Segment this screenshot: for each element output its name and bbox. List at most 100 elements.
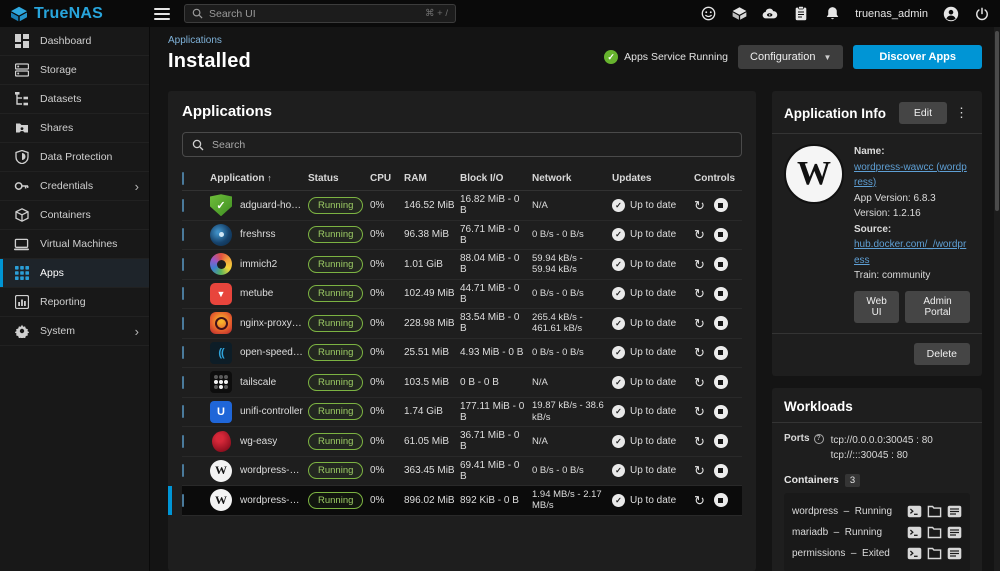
global-search-input[interactable]: Search UI ⌘ + / (184, 4, 456, 23)
select-all-checkbox[interactable] (182, 172, 184, 185)
cpu-value: 0% (370, 258, 385, 270)
restart-app-icon[interactable]: ↻ (694, 376, 705, 389)
kebab-menu-icon[interactable]: ⋮ (953, 105, 970, 121)
truenas-logo[interactable]: TrueNAS (10, 5, 148, 23)
shell-icon[interactable] (907, 505, 922, 518)
table-row-metube[interactable]: ▼ metube Running 0% 102.49 MiB 44.71 MiB - 0 … (182, 280, 742, 309)
column-header-network[interactable]: Network (532, 173, 612, 184)
restart-app-icon[interactable]: ↻ (694, 494, 705, 507)
app-name-link[interactable]: wordpress-wawcc (wordpress) (854, 160, 970, 191)
logs-icon[interactable] (947, 526, 962, 539)
column-header-block-i-o[interactable]: Block I/O (460, 173, 532, 184)
restart-app-icon[interactable]: ↻ (694, 258, 705, 271)
sidebar-item-apps[interactable]: Apps (0, 259, 149, 288)
stop-app-icon[interactable] (713, 316, 728, 331)
row-checkbox[interactable] (182, 493, 184, 507)
table-search-input[interactable]: Search (182, 132, 742, 157)
sidebar-item-storage[interactable]: Storage (0, 56, 149, 85)
shell-icon[interactable] (907, 526, 922, 539)
scrollbar[interactable] (994, 27, 1000, 571)
restart-app-icon[interactable]: ↻ (694, 199, 705, 212)
table-row-immich2[interactable]: immich2 Running 0% 1.01 GiB 88.04 MiB - 0 B 5… (182, 250, 742, 280)
stop-app-icon[interactable] (713, 198, 728, 213)
stop-app-icon[interactable] (713, 463, 728, 478)
sidebar-item-reporting[interactable]: Reporting (0, 288, 149, 317)
row-checkbox[interactable] (182, 287, 184, 301)
folder-icon[interactable] (927, 547, 942, 560)
stop-app-icon[interactable] (713, 257, 728, 272)
shell-icon[interactable] (907, 547, 922, 560)
restart-app-icon[interactable]: ↻ (694, 435, 705, 448)
row-checkbox[interactable] (182, 257, 184, 271)
sidebar-item-dashboard[interactable]: Dashboard (0, 27, 149, 56)
table-row-nginx-proxy-manager[interactable]: nginx-proxy-manager Running 0% 228.98 MiB 83… (182, 309, 742, 339)
sidebar-item-datasets[interactable]: Datasets (0, 85, 149, 114)
row-checkbox[interactable] (182, 434, 184, 448)
row-checkbox[interactable] (182, 464, 184, 478)
folder-icon[interactable] (927, 505, 942, 518)
row-checkbox[interactable] (182, 228, 184, 242)
discover-apps-button[interactable]: Discover Apps (853, 45, 982, 69)
folder-icon[interactable] (927, 526, 942, 539)
column-header-status[interactable]: Status (308, 173, 370, 184)
column-header-cpu[interactable]: CPU (370, 173, 404, 184)
row-checkbox[interactable] (182, 375, 184, 389)
account-icon[interactable] (943, 6, 959, 22)
column-header-application[interactable]: Application ↑ (210, 173, 308, 184)
stop-app-icon[interactable] (713, 227, 728, 242)
ram-value: 1.01 GiB (404, 258, 443, 270)
power-icon[interactable] (974, 6, 990, 22)
row-checkbox[interactable] (182, 346, 184, 360)
row-checkbox[interactable] (182, 316, 184, 330)
restart-app-icon[interactable]: ↻ (694, 317, 705, 330)
jobs-clipboard-icon[interactable] (793, 6, 809, 22)
delete-button[interactable]: Delete (913, 342, 970, 365)
table-row-wordpress-wawcc[interactable]: Wwordpress-wawcc Running 0% 896.02 MiB 892 K… (168, 486, 742, 516)
alerts-bell-icon[interactable] (824, 6, 840, 22)
restart-app-icon[interactable]: ↻ (694, 346, 705, 359)
sidebar-item-virtual-machines[interactable]: Virtual Machines (0, 230, 149, 259)
table-row-unifi-controller[interactable]: Uunifi-controller Running 0% 1.74 GiB 177.11… (182, 398, 742, 427)
breadcrumb[interactable]: Applications (168, 35, 251, 46)
restart-app-icon[interactable]: ↻ (694, 228, 705, 241)
restart-app-icon[interactable]: ↻ (694, 405, 705, 418)
configuration-button[interactable]: Configuration ▼ (738, 45, 844, 69)
row-checkbox[interactable] (182, 405, 184, 419)
logs-icon[interactable] (947, 547, 962, 560)
stop-app-icon[interactable] (713, 404, 728, 419)
column-header-ram[interactable]: RAM (404, 173, 460, 184)
search-icon (192, 8, 203, 19)
truenas-status-icon[interactable] (731, 6, 747, 22)
sidebar-item-data-protection[interactable]: Data Protection (0, 143, 149, 172)
table-row-open-speed-test[interactable]: ((open-speed-test Running 0% 25.51 MiB 4.93 … (182, 339, 742, 368)
feedback-smiley-icon[interactable] (700, 6, 716, 22)
stop-app-icon[interactable] (713, 434, 728, 449)
row-checkbox[interactable] (182, 198, 184, 212)
table-row-wg-easy[interactable]: wg-easy Running 0% 61.05 MiB 36.71 MiB - 0 B… (182, 427, 742, 457)
truecommand-cloud-icon[interactable] (762, 6, 778, 22)
menu-toggle-icon[interactable] (154, 7, 170, 20)
source-link[interactable]: hub.docker.com/_/wordpress (854, 237, 970, 268)
column-header-controls[interactable]: Controls (694, 173, 742, 184)
table-row-tailscale[interactable]: tailscale Running 0% 103.5 MiB 0 B - 0 B N/A ✓… (182, 368, 742, 398)
table-row-adguard-home[interactable]: ✓ adguard-home Running 0% 146.52 MiB 16.82 Mi… (182, 191, 742, 221)
status-badge: Running (308, 373, 364, 391)
stop-app-icon[interactable] (713, 286, 728, 301)
stop-app-icon[interactable] (713, 375, 728, 390)
logs-icon[interactable] (947, 505, 962, 518)
stop-app-icon[interactable] (713, 493, 728, 508)
restart-app-icon[interactable]: ↻ (694, 464, 705, 477)
admin-portal-button[interactable]: Admin Portal (905, 290, 970, 323)
web-ui-button[interactable]: Web UI (854, 290, 900, 323)
sidebar-item-credentials[interactable]: Credentials › (0, 172, 149, 201)
column-header-updates[interactable]: Updates (612, 173, 694, 184)
edit-button[interactable]: Edit (898, 102, 947, 124)
help-icon[interactable]: ? (813, 433, 824, 444)
sidebar-item-shares[interactable]: Shares (0, 114, 149, 143)
sidebar-item-containers[interactable]: Containers (0, 201, 149, 230)
stop-app-icon[interactable] (713, 345, 728, 360)
restart-app-icon[interactable]: ↻ (694, 287, 705, 300)
sidebar-item-system[interactable]: System › (0, 317, 149, 346)
table-row-freshrss[interactable]: freshrss Running 0% 96.38 MiB 76.71 MiB - 0 … (182, 221, 742, 250)
table-row-wordpress-hornetbad[interactable]: Wwordpress-hornetbad Running 0% 363.45 MiB 6… (182, 457, 742, 486)
